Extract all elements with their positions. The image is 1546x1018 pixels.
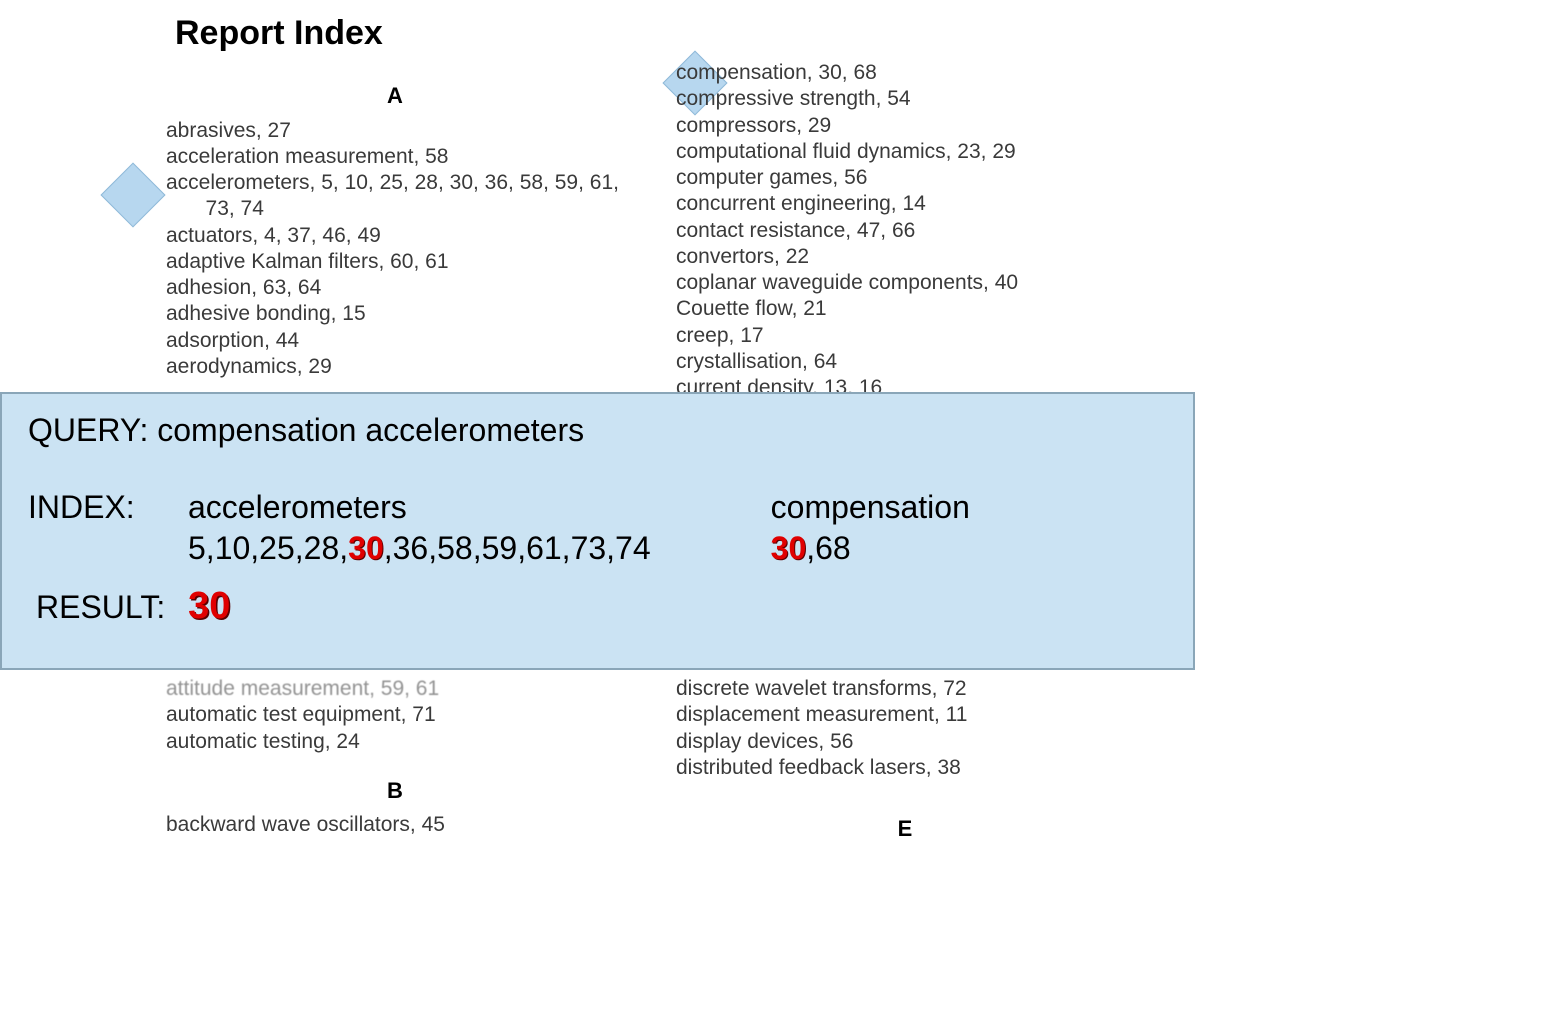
index-entry: display devices, 56 [676,729,1134,755]
index-entry: abrasives, 27 [166,118,624,144]
index-entry: distributed feedback lasers, 38 [676,755,1134,781]
index-entry: automatic test equipment, 71 [166,702,624,728]
index-entry: adsorption, 44 [166,328,624,354]
marker-diamond-icon [100,162,165,227]
overlay-query-label: QUERY: [28,412,148,448]
index-column-left-bottom: attitude measurement, 59, 61 automatic t… [160,676,630,851]
index-column-right-bottom: discrete wavelet transforms, 72 displace… [670,676,1140,851]
index-entry: compensation, 30, 68 [676,60,1134,86]
index-entry: acceleration measurement, 58 [166,144,624,170]
overlay-highlight-30: 30 [771,530,807,566]
index-column-right: compensation, 30, 68 compressive strengt… [670,60,1140,401]
index-entry: displacement measurement, 11 [676,702,1134,728]
overlay-index-label: INDEX: [28,489,188,526]
index-columns-bottom: attitude measurement, 59, 61 automatic t… [160,676,1140,851]
index-entry: adhesion, 63, 64 [166,275,624,301]
overlay-index-body: accelerometers 5,10,25,28,30,36,58,59,61… [188,489,1167,567]
overlay-term-accelerometers: accelerometers 5,10,25,28,30,36,58,59,61… [188,489,651,567]
overlay-query-text: compensation accelerometers [157,412,584,448]
section-letter: A [166,82,624,110]
index-entry: accelerometers, 5, 10, 25, 28, 30, 36, 5… [166,170,624,223]
index-entry: discrete wavelet transforms, 72 [676,676,1134,702]
page-root: Report Index A abrasives, 27 acceleratio… [0,0,1546,1018]
overlay-result-value: 30 [188,585,230,627]
index-entry: computer games, 56 [676,165,1134,191]
overlay-highlight-30: 30 [348,530,384,566]
index-entry: coplanar waveguide components, 40 [676,270,1134,296]
index-entry: aerodynamics, 29 [166,354,624,380]
index-entry: compressive strength, 54 [676,86,1134,112]
index-entry: computational fluid dynamics, 23, 29 [676,139,1134,165]
index-entry: adaptive Kalman filters, 60, 61 [166,249,624,275]
index-entry: automatic testing, 24 [166,729,624,755]
overlay-term-compensation: compensation 30,68 [771,489,970,567]
overlay-term-nums: 30,68 [771,530,970,567]
overlay-num-seg: 5,10,25,28, [188,530,348,566]
overlay-query-row: QUERY: compensation accelerometers [28,412,1167,449]
index-entry: concurrent engineering, 14 [676,191,1134,217]
index-entry: actuators, 4, 37, 46, 49 [166,223,624,249]
section-letter: E [676,815,1134,843]
index-entry: contact resistance, 47, 66 [676,218,1134,244]
overlay-num-seg: ,36,58,59,61,73,74 [384,530,651,566]
index-entry: adhesive bonding, 15 [166,301,624,327]
index-entry: backward wave oscillators, 45 [166,812,624,838]
page-title: Report Index [175,14,383,53]
index-column-left: A abrasives, 27 acceleration measurement… [160,60,630,401]
index-entry: crystallisation, 64 [676,349,1134,375]
query-overlay-panel: QUERY: compensation accelerometers INDEX… [0,392,1195,670]
section-letter: B [166,777,624,805]
overlay-term-head: accelerometers [188,489,651,526]
index-entry-obscured: attitude measurement, 59, 61 [166,676,624,702]
overlay-num-seg: ,68 [806,530,850,566]
overlay-result-row: RESULT: 30 [28,585,1167,628]
index-entry: compressors, 29 [676,113,1134,139]
index-entry: creep, 17 [676,323,1134,349]
overlay-term-nums: 5,10,25,28,30,36,58,59,61,73,74 [188,530,651,567]
index-columns-top: A abrasives, 27 acceleration measurement… [160,60,1140,401]
index-entry: Couette flow, 21 [676,296,1134,322]
overlay-index-row: INDEX: accelerometers 5,10,25,28,30,36,5… [28,489,1167,567]
overlay-term-head: compensation [771,489,970,526]
index-entry: convertors, 22 [676,244,1134,270]
overlay-result-label: RESULT: [36,589,165,625]
